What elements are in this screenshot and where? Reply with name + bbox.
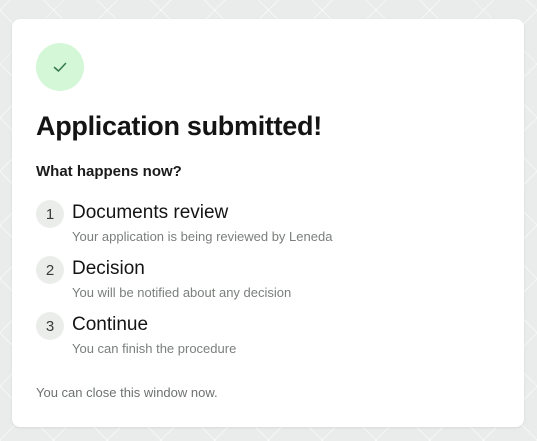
success-badge [36,43,84,91]
step-continue: 3 Continue You can finish the procedure [36,312,496,360]
step-documents-review: 1 Documents review Your application is b… [36,200,496,248]
step-description: You can finish the procedure [72,341,237,356]
step-description: Your application is being reviewed by Le… [72,229,333,244]
confirmation-card: Application submitted! What happens now?… [12,19,524,427]
step-number-badge: 1 [36,200,64,228]
close-window-note: You can close this window now. [36,385,218,400]
step-title: Decision [72,258,145,279]
step-description: You will be notified about any decision [72,285,292,300]
step-number-badge: 2 [36,256,64,284]
section-subtitle: What happens now? [36,163,182,180]
step-title: Continue [72,314,149,335]
step-decision: 2 Decision You will be notified about an… [36,256,496,304]
page-title: Application submitted! [36,111,322,141]
step-title: Documents review [72,202,229,223]
step-number-badge: 3 [36,312,64,340]
check-icon [52,59,68,75]
